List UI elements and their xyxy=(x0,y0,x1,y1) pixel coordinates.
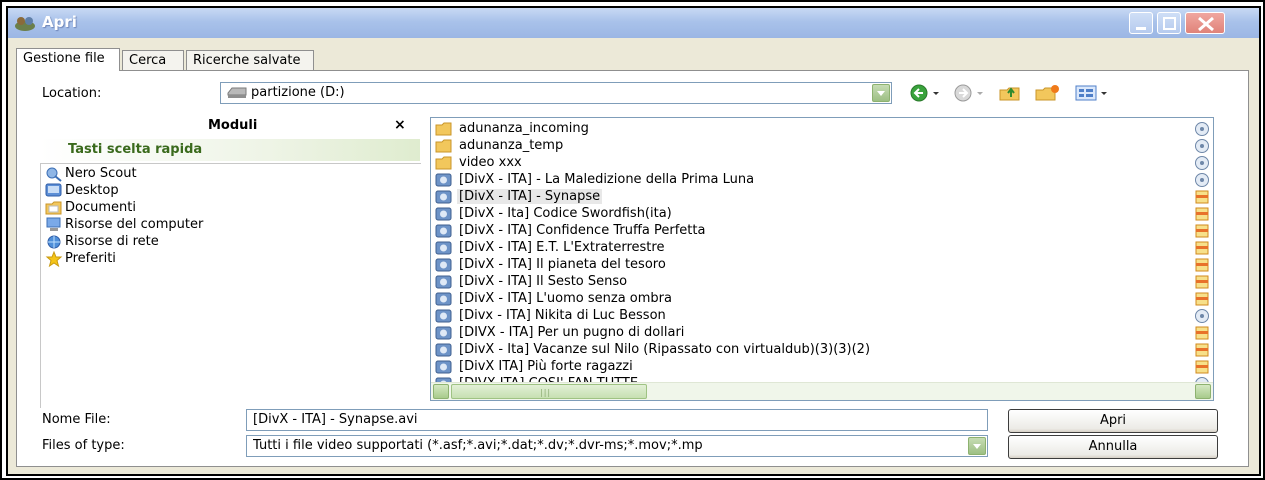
maximize-button[interactable] xyxy=(1157,12,1181,34)
video-file-icon xyxy=(435,291,453,307)
filetype-value: Tutti i file video supportati (*.asf;*.a… xyxy=(253,438,703,453)
video-file-icon xyxy=(435,240,453,256)
video-file-icon xyxy=(435,223,453,239)
open-file-dialog: Apri Gestione file Cerca Ricerche salvat… xyxy=(6,6,1261,476)
star-icon xyxy=(45,250,63,268)
filename-input[interactable]: [DivX - ITA] - Synapse.avi xyxy=(246,409,988,431)
scroll-thumb[interactable]: ||| xyxy=(451,384,647,399)
file-name: [Divx - ITA] Nikita di Luc Besson xyxy=(459,308,666,323)
file-name: [DivX - ITA] Confidence Truffa Perfetta xyxy=(459,223,706,238)
video-file-icon xyxy=(435,206,453,222)
next-column-file-icon[interactable] xyxy=(1194,223,1210,239)
forward-icon[interactable] xyxy=(954,83,988,107)
sidebar-title: Moduli xyxy=(208,118,258,133)
minimize-button[interactable] xyxy=(1129,12,1153,34)
folder-icon xyxy=(435,155,453,171)
next-column-disc-icon[interactable] xyxy=(1194,155,1210,171)
documents-icon xyxy=(45,200,63,216)
back-icon[interactable] xyxy=(910,83,944,107)
filetype-label: Files of type: xyxy=(42,438,125,453)
next-column-disc-icon[interactable] xyxy=(1194,308,1210,324)
title-bar[interactable]: Apri xyxy=(8,8,1259,38)
sidebar-close-icon[interactable]: × xyxy=(394,117,406,133)
file-name: video xxx xyxy=(459,155,522,170)
network-icon xyxy=(45,234,63,250)
sidebar-modules: Moduli × Tasti scelta rapida Nero Scout … xyxy=(40,117,421,408)
scroll-left-button[interactable] xyxy=(433,384,449,399)
window-title: Apri xyxy=(42,13,77,31)
file-list[interactable]: adunanza_incoming adunanza_tempvideo xxx [… xyxy=(430,117,1214,401)
video-file-icon xyxy=(435,359,453,375)
sidebar-section-header[interactable]: Tasti scelta rapida xyxy=(40,139,420,161)
tab-cerca[interactable]: Cerca xyxy=(122,50,184,70)
video-file-icon xyxy=(435,189,453,205)
tab-ricerche-salvate[interactable]: Ricerche salvate xyxy=(186,50,314,70)
video-file-icon xyxy=(435,308,453,324)
sidebar-section-title: Tasti scelta rapida xyxy=(68,142,203,157)
next-column-disc-icon[interactable] xyxy=(1194,138,1210,154)
video-file-icon xyxy=(435,257,453,273)
file-name: [DivX - ITA] - La Maledizione della Prim… xyxy=(459,172,755,187)
nero-scout-icon xyxy=(45,166,63,182)
app-icon xyxy=(14,14,36,32)
scroll-grip-icon: ||| xyxy=(540,388,552,397)
folder-icon xyxy=(435,121,453,137)
filetype-combo[interactable]: Tutti i file video supportati (*.asf;*.a… xyxy=(246,435,988,457)
tab-gestione-file[interactable]: Gestione file xyxy=(16,48,120,71)
next-column-file-icon[interactable] xyxy=(1194,206,1210,222)
desktop-icon xyxy=(45,183,63,199)
view-menu-icon[interactable] xyxy=(1074,83,1110,107)
up-folder-icon[interactable] xyxy=(998,83,1022,107)
location-combo[interactable]: partizione (D:) xyxy=(220,82,892,104)
next-column-disc-icon[interactable] xyxy=(1194,172,1210,188)
location-label: Location: xyxy=(42,86,102,101)
close-button[interactable] xyxy=(1185,12,1225,34)
drive-icon xyxy=(227,87,247,99)
video-file-icon xyxy=(435,342,453,358)
scroll-right-button[interactable] xyxy=(1195,384,1211,399)
filename-label: Nome File: xyxy=(42,412,111,427)
next-column-file-icon[interactable] xyxy=(1194,342,1210,358)
new-folder-icon[interactable] xyxy=(1034,83,1060,107)
next-column-file-icon[interactable] xyxy=(1194,274,1210,290)
horizontal-scrollbar[interactable]: ||| xyxy=(431,382,1213,400)
next-column-file-icon[interactable] xyxy=(1194,291,1210,307)
location-value: partizione (D:) xyxy=(251,85,345,100)
file-name: [DivX - ITA] Il pianeta del tesoro xyxy=(459,257,666,272)
computer-icon xyxy=(45,217,63,233)
next-column-file-icon[interactable] xyxy=(1194,189,1210,205)
next-column-file-icon[interactable] xyxy=(1194,240,1210,256)
shortcut-list: Nero Scout Desktop Documenti Risorse del… xyxy=(40,163,421,408)
file-name: adunanza_incoming xyxy=(459,121,589,136)
file-name: adunanza_temp xyxy=(459,138,564,153)
chevron-down-icon[interactable] xyxy=(872,84,890,102)
next-column-disc-icon[interactable] xyxy=(1194,121,1210,137)
file-name: [DivX - Ita] Vacanze sul Nilo (Ripassato… xyxy=(459,342,871,357)
video-file-icon xyxy=(435,274,453,290)
file-name: [DivX - ITA] Il Sesto Senso xyxy=(459,274,628,289)
file-name: [DivX - ITA] E.T. L'Extraterrestre xyxy=(459,240,665,255)
file-name: [DivX ITA] Più forte ragazzi xyxy=(459,359,633,374)
file-name: [DivX - Ita] Codice Swordfish(ita) xyxy=(459,206,672,221)
video-file-icon xyxy=(435,172,453,188)
folder-icon xyxy=(435,138,453,154)
file-name: [DIVX - ITA] Per un pugno di dollari xyxy=(459,325,685,340)
next-column-file-icon[interactable] xyxy=(1194,325,1210,341)
next-column-file-icon[interactable] xyxy=(1194,257,1210,273)
next-column-file-icon[interactable] xyxy=(1194,359,1210,375)
file-name: [DivX - ITA] - Synapse xyxy=(457,189,603,204)
open-button[interactable]: Apri xyxy=(1008,409,1218,433)
filename-value: [DivX - ITA] - Synapse.avi xyxy=(253,412,418,427)
video-file-icon xyxy=(435,325,453,341)
filetype-chevron-down-icon[interactable] xyxy=(968,437,986,455)
cancel-button[interactable]: Annulla xyxy=(1008,435,1218,459)
file-name: [DivX - ITA] L'uomo senza ombra xyxy=(459,291,672,306)
